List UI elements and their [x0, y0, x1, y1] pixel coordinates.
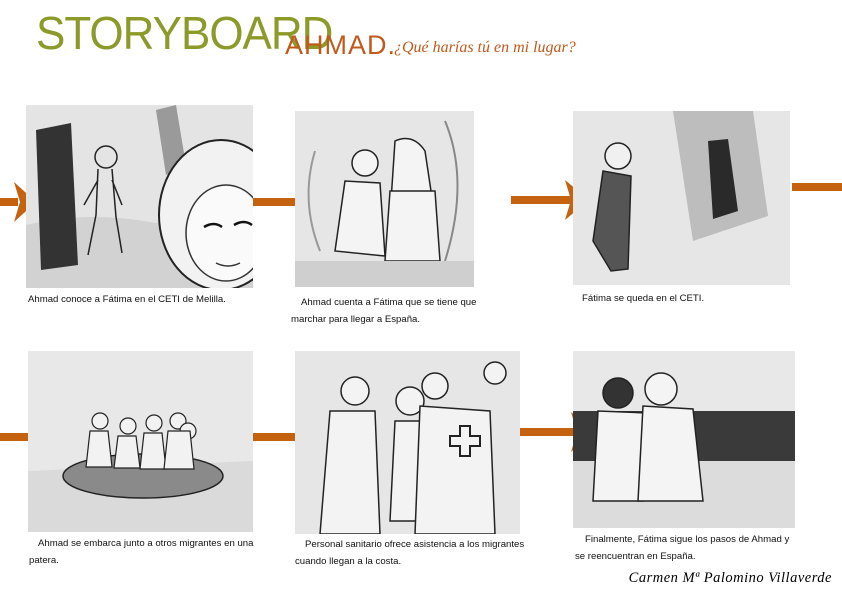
panel-6-sketch: [573, 351, 795, 528]
panel-1-caption: Ahmad conoce a Fátima en el CETI de Meli…: [28, 294, 226, 305]
author-signature: Carmen Mª Palomino Villaverde: [628, 570, 832, 586]
arrow-line: [792, 183, 842, 191]
story-name: AHMAD.: [285, 30, 397, 60]
panel-3-sketch: [573, 111, 790, 285]
panel-2-caption: Ahmad cuenta a Fátima que se tiene que m…: [291, 297, 477, 325]
story-question: ¿Qué harías tú en mi lugar?: [394, 39, 576, 56]
panel-5-sketch: [295, 351, 520, 534]
panel-5-caption: Personal sanitario ofrece asistencia a l…: [295, 539, 525, 567]
panel-3-caption: Fátima se queda en el CETI.: [582, 293, 705, 304]
panel-4-caption: Ahmad se embarca junto a otros migrantes…: [29, 538, 254, 566]
panel-1-sketch: [26, 105, 253, 288]
panel-6-caption: Finalmente, Fátima sigue los pasos de Ah…: [575, 534, 790, 562]
panel-4-sketch: [28, 351, 253, 532]
panel-2-sketch: [295, 111, 474, 287]
